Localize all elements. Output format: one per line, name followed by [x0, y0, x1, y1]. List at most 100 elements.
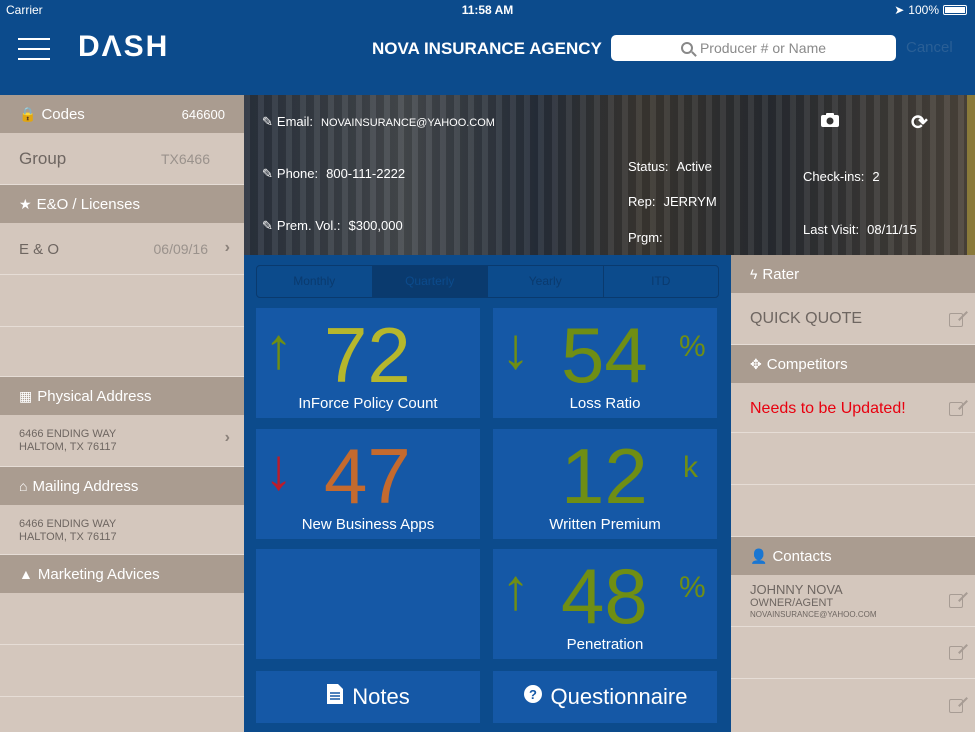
contact-empty-row[interactable]: [731, 679, 975, 732]
prem-vol-field: ✎ Prem. Vol.: $300,000: [262, 218, 403, 233]
mailing-address-row: 6466 ENDING WAY HALTOM, TX 76117: [0, 505, 244, 555]
metrics-area: Monthly Quarterly Yearly ITD ↑ 72 InForc…: [244, 255, 731, 732]
loss-ratio-value: 54: [561, 311, 648, 399]
eo-header: ★ E&O / Licenses: [0, 185, 244, 223]
group-label: Group: [19, 149, 67, 168]
email-field: ✎ Email: NOVAINSURANCE@YAHOO.COM: [262, 114, 495, 129]
physical-address-row[interactable]: 6466 ENDING WAY HALTOM, TX 76117 ›: [0, 415, 244, 467]
tab-yearly[interactable]: Yearly: [488, 266, 604, 297]
lock-icon: 🔒: [19, 105, 37, 122]
star-icon: ★: [19, 195, 32, 212]
checkins-field: Check-ins: 2: [803, 169, 880, 184]
camera-icon[interactable]: [820, 112, 840, 133]
loss-ratio-unit: %: [679, 330, 706, 363]
tab-itd[interactable]: ITD: [604, 266, 719, 297]
period-segmented-control: Monthly Quarterly Yearly ITD: [256, 265, 719, 298]
group-value: TX6466: [160, 151, 210, 167]
warning-icon: ▲: [19, 566, 33, 582]
codes-value: 646600: [181, 106, 225, 122]
new-business-value: 47: [324, 432, 411, 520]
contact-name: JOHNNY NOVA: [750, 582, 843, 597]
cancel-button[interactable]: Cancel: [906, 39, 953, 56]
building-icon: ▦: [19, 387, 33, 404]
edit-icon[interactable]: [949, 699, 963, 713]
penetration-label: Penetration: [566, 636, 644, 653]
quick-quote-row[interactable]: QUICK QUOTE: [731, 293, 975, 345]
edit-icon[interactable]: ✎: [262, 218, 273, 233]
edit-icon[interactable]: [949, 313, 963, 327]
crosshair-icon: ✥: [750, 355, 762, 372]
rater-header: ϟ Rater: [731, 255, 975, 293]
quick-quote-label: QUICK QUOTE: [750, 310, 863, 327]
battery-indicator: ➤ 100%: [894, 3, 967, 17]
questionnaire-button[interactable]: ? Questionnaire: [493, 671, 717, 723]
profile-banner: ✎ Email: NOVAINSURANCE@YAHOO.COM ✎ Phone: 80…: [244, 95, 975, 255]
eo-date: 06/09/16: [153, 241, 209, 257]
app-logo: DΛSH: [78, 30, 170, 63]
eo-label: E & O: [19, 241, 60, 258]
page-title: NOVA INSURANCE AGENCY: [372, 39, 602, 58]
codes-label: Codes: [41, 105, 85, 123]
user-icon: 👤: [750, 547, 768, 564]
new-business-tile[interactable]: ↓ 47 New Business Apps: [256, 429, 480, 539]
location-icon: ➤: [894, 3, 905, 17]
edit-icon[interactable]: [949, 402, 963, 416]
phone-field: ✎ Phone: 800-111-2222: [262, 166, 406, 181]
menu-icon[interactable]: [18, 38, 50, 60]
marketing-header-label: Marketing Advices: [37, 565, 160, 583]
mailing-line1: 6466 ENDING WAY: [19, 518, 117, 530]
questionnaire-label: Questionnaire: [550, 684, 688, 709]
tab-quarterly[interactable]: Quarterly: [372, 266, 488, 297]
eo-row[interactable]: E & O 06/09/16 ›: [0, 223, 244, 275]
competitors-empty-row: [731, 485, 975, 537]
edit-icon[interactable]: [949, 646, 963, 660]
app-header: DΛSH NOVA INSURANCE AGENCY Producer # or…: [0, 20, 975, 95]
search-placeholder: Producer # or Name: [699, 40, 827, 56]
competitors-header-label: Competitors: [766, 355, 848, 373]
tab-monthly[interactable]: Monthly: [257, 266, 373, 297]
chevron-right-icon: ›: [224, 429, 230, 446]
inforce-value: 72: [324, 311, 411, 399]
contacts-header-label: Contacts: [772, 547, 832, 565]
competitors-row[interactable]: Needs to be Updated!: [731, 383, 975, 433]
inforce-label: InForce Policy Count: [298, 395, 438, 412]
contact-empty-row[interactable]: [731, 627, 975, 679]
competitors-empty-row: [731, 433, 975, 485]
search-icon: [680, 42, 693, 54]
notes-button[interactable]: Notes: [256, 671, 480, 723]
last-visit-field: Last Visit: 08/11/15: [803, 222, 917, 237]
eo-empty-row: [0, 327, 244, 377]
status-bar: Carrier 11:58 AM ➤ 100%: [0, 0, 975, 20]
loss-ratio-label: Loss Ratio: [569, 395, 641, 412]
eo-header-label: E&O / Licenses: [36, 195, 140, 213]
refresh-icon[interactable]: ⟳: [911, 110, 928, 135]
contact-row[interactable]: JOHNNY NOVA OWNER/AGENT NOVAINSURANCE@YA…: [731, 575, 975, 627]
empty-tile: [256, 549, 480, 659]
edit-icon[interactable]: ✎: [262, 114, 273, 129]
question-circle-icon: ?: [523, 684, 543, 710]
new-business-label: New Business Apps: [301, 516, 435, 533]
penetration-tile[interactable]: ↑ 48 % Penetration: [493, 549, 717, 659]
inforce-tile[interactable]: ↑ 72 InForce Policy Count: [256, 308, 480, 418]
written-premium-tile[interactable]: 12 k Written Premium: [493, 429, 717, 539]
loss-ratio-tile[interactable]: ↓ 54 % Loss Ratio: [493, 308, 717, 418]
written-premium-unit: k: [683, 451, 698, 484]
rater-header-label: Rater: [762, 265, 800, 283]
contact-email: NOVAINSURANCE@YAHOO.COM: [750, 610, 877, 619]
status-field: Status: Active: [628, 159, 712, 174]
marketing-empty-row: [0, 593, 244, 645]
written-premium-value: 12: [561, 432, 648, 520]
battery-icon: [943, 5, 967, 15]
up-arrow-icon: ↑: [264, 316, 293, 381]
edit-icon[interactable]: [949, 594, 963, 608]
left-panel: 🔒 Codes 646600 Group TX6466 ★ E&O / Licen…: [0, 95, 244, 732]
mailing-line2: HALTOM, TX 76117: [19, 531, 117, 543]
edit-icon[interactable]: ✎: [262, 166, 273, 181]
penetration-value: 48: [561, 552, 648, 640]
rep-field: Rep: JERRYM: [628, 194, 717, 209]
chevron-right-icon: ›: [224, 239, 230, 256]
search-input[interactable]: Producer # or Name: [611, 35, 896, 61]
right-panel: ϟ Rater QUICK QUOTE ✥ Competitors Needs …: [731, 255, 975, 732]
down-arrow-icon: ↓: [264, 437, 293, 502]
mailing-address-header: ⌂ Mailing Address: [0, 467, 244, 505]
